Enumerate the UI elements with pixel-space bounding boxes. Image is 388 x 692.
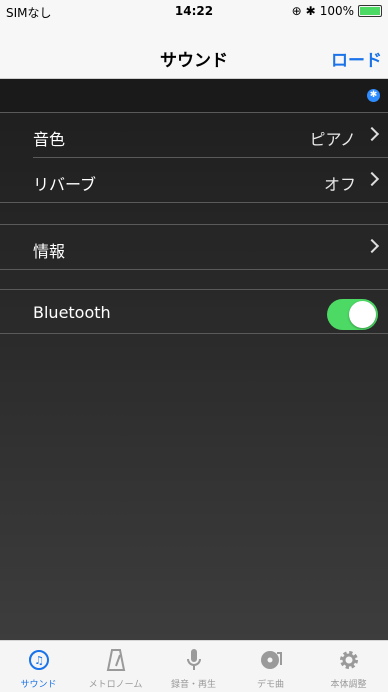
tab-label: デモ曲 — [256, 680, 284, 690]
page-title: サウンド — [160, 51, 228, 71]
chevron-right-icon — [364, 238, 380, 254]
tab-demo-songs[interactable]: デモ曲 — [232, 641, 309, 692]
metronome-icon — [77, 647, 154, 673]
tone-value: ピアノ — [309, 130, 356, 149]
demo-music-icon — [232, 647, 309, 673]
load-button[interactable]: ロード — [331, 46, 382, 71]
reverb-value: オフ — [323, 175, 356, 194]
tab-sound[interactable]: ♫ サウンド — [0, 641, 77, 692]
tab-record-play[interactable]: 録音・再生 — [155, 641, 232, 692]
sound-icon: ♫ — [0, 647, 77, 673]
tab-label: 録音・再生 — [170, 680, 216, 690]
gear-icon — [310, 647, 387, 673]
bluetooth-toggle[interactable] — [327, 299, 378, 330]
toggle-knob — [349, 301, 376, 328]
tone-row[interactable]: 音色 ピアノ — [0, 113, 388, 157]
orientation-lock-icon: ⊕ — [291, 4, 302, 18]
tab-bar: ♫ サウンド メトロノーム 録音・再生 デモ曲 本体調整 — [0, 640, 388, 692]
info-row[interactable]: 情報 — [0, 225, 388, 269]
divider — [0, 333, 388, 334]
reverb-label: リバーブ — [33, 175, 97, 194]
tab-settings[interactable]: 本体調整 — [310, 641, 387, 692]
settings-list: ✱ 音色 ピアノ リバーブ オフ 情報 Bluetooth — [0, 79, 388, 640]
tab-label: 本体調整 — [330, 680, 367, 690]
microphone-icon — [155, 647, 232, 673]
info-label: 情報 — [33, 242, 66, 261]
divider — [0, 202, 388, 203]
chevron-right-icon — [364, 171, 380, 187]
tab-label: メトロノーム — [88, 680, 143, 690]
bluetooth-icon: ✱ — [305, 4, 316, 18]
battery-icon — [358, 5, 382, 17]
status-indicators: ⊕ ✱ 100% — [292, 4, 382, 18]
tone-label: 音色 — [33, 130, 66, 149]
bluetooth-connected-icon: ✱ — [367, 89, 380, 102]
tab-label: サウンド — [20, 680, 57, 690]
nav-bar: サウンド ロード — [0, 22, 388, 79]
bluetooth-label: Bluetooth — [33, 303, 111, 322]
reverb-row[interactable]: リバーブ オフ — [0, 158, 388, 202]
tab-metronome[interactable]: メトロノーム — [77, 641, 154, 692]
bluetooth-row: Bluetooth — [0, 290, 388, 333]
status-bar: SIMなし 14:22 ⊕ ✱ 100% — [0, 0, 388, 22]
battery-percent: 100% — [319, 4, 354, 18]
divider — [0, 269, 388, 270]
chevron-right-icon — [364, 126, 380, 142]
svg-text:♫: ♫ — [34, 654, 44, 667]
header-band: ✱ — [0, 79, 388, 112]
